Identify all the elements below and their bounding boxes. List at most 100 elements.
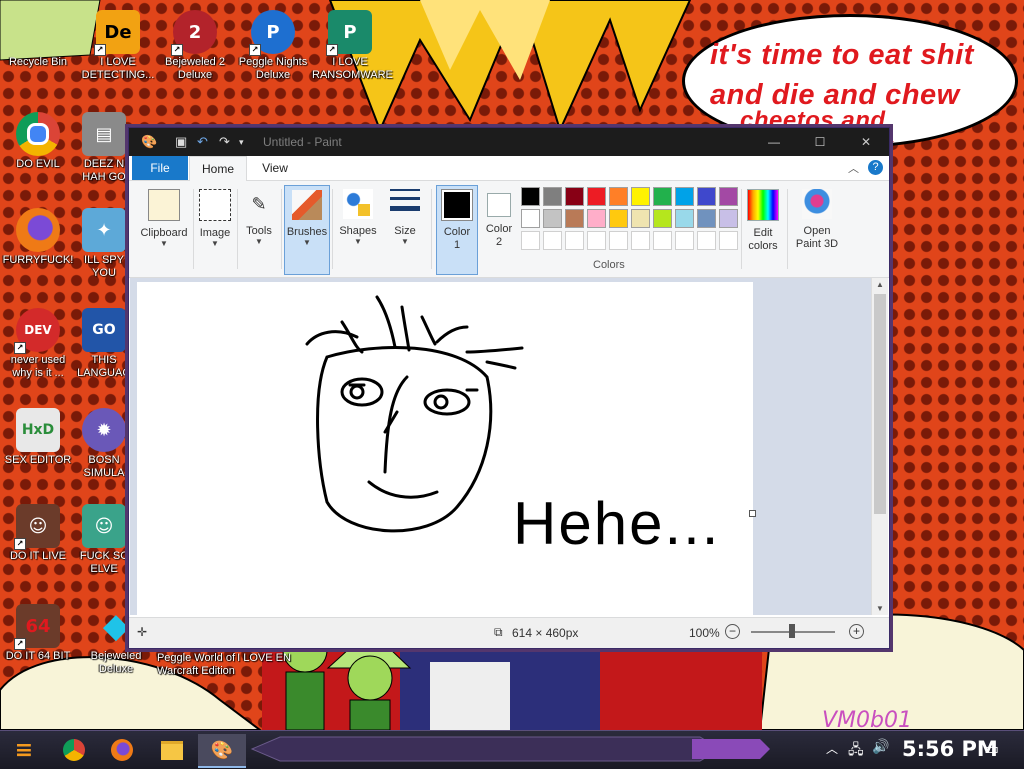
minimize-button[interactable]: — (751, 128, 797, 156)
taskbar: ≡ 🎨 ︿ 🖧 🔊 5:56 PM ▭ (0, 730, 1024, 769)
palette-swatch[interactable] (609, 209, 628, 228)
canvas-size-text: 614 × 460px (512, 626, 579, 640)
zoom-in-button[interactable]: + (849, 624, 864, 639)
clipboard-button[interactable]: Clipboard ▼ (137, 185, 191, 273)
zoom-out-button[interactable]: − (725, 624, 740, 639)
tab-home[interactable]: Home (189, 156, 247, 181)
maximize-button[interactable]: ☐ (797, 128, 843, 156)
open-paint3d-button[interactable]: Open Paint 3D (791, 185, 843, 273)
desktop-icon-label: DO IT LIVE (9, 550, 67, 562)
close-button[interactable]: ✕ (843, 128, 889, 156)
palette-swatch[interactable] (653, 187, 672, 206)
desktop-icon-bejeweled2[interactable]: 2 ↗ Bejeweled 2 Deluxe (157, 10, 233, 82)
volume-icon[interactable]: 🔊 (872, 739, 889, 755)
palette-swatch[interactable] (587, 209, 606, 228)
help-icon[interactable]: ? (868, 160, 883, 175)
desktop-icon-label: BOSN SIMULA (83, 454, 125, 479)
network-icon[interactable]: 🖧 (848, 739, 864, 763)
redo-icon[interactable]: ↷ (219, 134, 230, 150)
desktop-icon-fuck-elves[interactable]: ☺ FUCK SC ELVE (76, 504, 132, 576)
zoom-slider-thumb[interactable] (789, 624, 795, 638)
palette-swatch[interactable] (609, 187, 628, 206)
brush-icon (292, 190, 322, 220)
vertical-scrollbar[interactable]: ▲ ▼ (871, 278, 888, 615)
desktop-icon-ransomware[interactable]: P ↗ I LOVE RANSOMWARE (312, 10, 393, 82)
chrome-icon (16, 112, 60, 156)
desktop-icon-spy[interactable]: ✦ ILL SPY YOU (76, 208, 132, 280)
resize-handle[interactable] (749, 510, 756, 517)
palette-swatch[interactable] (631, 187, 650, 206)
shapes-button[interactable]: Shapes ▼ (336, 185, 380, 273)
drawing-canvas[interactable]: Hehe... (137, 282, 756, 615)
desktop-icon-love[interactable]: I LOVE EN (236, 652, 292, 665)
palette-swatch[interactable] (653, 209, 672, 228)
color1-swatch (441, 189, 473, 221)
edit-colors-button[interactable]: Edit colors (743, 185, 783, 273)
desktop-icon-recycle-bin[interactable]: Recycle Bin (0, 10, 76, 69)
desktop-icon-chrome[interactable]: DO EVIL (0, 112, 76, 171)
palette-swatch[interactable] (675, 209, 694, 228)
undo-icon[interactable]: ↶ (197, 134, 208, 150)
desktop-icon-golang[interactable]: GO THIS LANGUAG (76, 308, 132, 380)
palette-swatch[interactable] (521, 187, 540, 206)
desktop-icon-do-it-live[interactable]: ☺ ↗ DO IT LIVE (0, 504, 76, 563)
desktop-icon-label: Peggle Nights Deluxe (238, 56, 308, 81)
image-button[interactable]: Image ▼ (195, 185, 235, 273)
chevron-down-icon: ▼ (401, 237, 409, 246)
palette-swatch[interactable] (675, 231, 694, 250)
size-label: Size (394, 225, 416, 237)
desktop-icon-detecting[interactable]: De ↗ I LOVE DETECTING... (80, 10, 156, 82)
color1-button[interactable]: Color 1 (436, 185, 478, 275)
palette-swatch[interactable] (719, 209, 738, 228)
palette-swatch[interactable] (543, 187, 562, 206)
desktop-icon-do-it-64[interactable]: 64 ↗ DO IT 64 BIT (0, 604, 76, 663)
palette-swatch[interactable] (609, 231, 628, 250)
palette-swatch[interactable] (719, 231, 738, 250)
palette-swatch[interactable] (565, 187, 584, 206)
palette-swatch[interactable] (697, 209, 716, 228)
palette-swatch[interactable] (631, 231, 650, 250)
palette-swatch[interactable] (719, 187, 738, 206)
palette-swatch[interactable] (697, 187, 716, 206)
palette-swatch[interactable] (521, 209, 540, 228)
palette-swatch[interactable] (543, 209, 562, 228)
desktop-icon-firefox[interactable]: FURRYFUCK! (0, 208, 76, 267)
size-button[interactable]: Size ▼ (383, 185, 427, 273)
palette-swatch[interactable] (675, 187, 694, 206)
palette-swatch[interactable] (543, 231, 562, 250)
palette-swatch[interactable] (587, 187, 606, 206)
palette-swatch[interactable] (653, 231, 672, 250)
scroll-thumb[interactable] (874, 294, 886, 514)
save-icon[interactable]: ▣ (175, 134, 187, 150)
scroll-up-icon[interactable]: ▲ (876, 280, 884, 289)
palette-swatch[interactable] (587, 231, 606, 250)
collapse-ribbon-icon[interactable]: ︿ (848, 160, 859, 176)
customize-qa-icon[interactable]: ▾ (239, 137, 244, 148)
palette-swatch[interactable] (565, 209, 584, 228)
tools-button[interactable]: ✎ Tools ▼ (239, 185, 279, 273)
show-hidden-icons[interactable]: ︿ (826, 740, 838, 757)
desktop-icon-hxd[interactable]: HxD SEX EDITOR (0, 408, 76, 467)
paint-window[interactable]: 🎨 ▣ ↶ ↷ ▾ Untitled - Paint — ☐ ✕ File Ho… (128, 127, 890, 649)
ribbon-separator (281, 189, 282, 269)
desktop-icon-bosn[interactable]: ✹ BOSN SIMULA (76, 408, 132, 480)
desktop-icon-devcpp[interactable]: DEV ↗ never used why is it ... (0, 308, 76, 380)
tab-file[interactable]: File (132, 156, 188, 180)
palette-swatch[interactable] (565, 231, 584, 250)
palette-swatch[interactable] (631, 209, 650, 228)
firefox-icon (16, 208, 60, 252)
title-bar[interactable]: 🎨 ▣ ↶ ↷ ▾ Untitled - Paint — ☐ ✕ (129, 128, 889, 156)
scroll-down-icon[interactable]: ▼ (876, 604, 884, 613)
canvas-area[interactable]: Hehe... (130, 278, 871, 615)
notifications-icon[interactable]: ▭ (984, 739, 999, 758)
brushes-button[interactable]: Brushes ▼ (284, 185, 330, 275)
color2-button[interactable]: Color 2 (479, 185, 519, 273)
desktop-icon-peggle-wow[interactable]: Peggle World of Warcraft Edition (156, 652, 236, 678)
desktop-icon-deez[interactable]: ▤ DEEZ N HAH GO (76, 112, 132, 184)
desktop-icon-peggle-nights[interactable]: P ↗ Peggle Nights Deluxe (235, 10, 311, 82)
ribbon-separator (741, 189, 742, 269)
detecting-icon: De ↗ (94, 10, 140, 56)
palette-swatch[interactable] (521, 231, 540, 250)
palette-swatch[interactable] (697, 231, 716, 250)
tab-view[interactable]: View (247, 156, 303, 180)
